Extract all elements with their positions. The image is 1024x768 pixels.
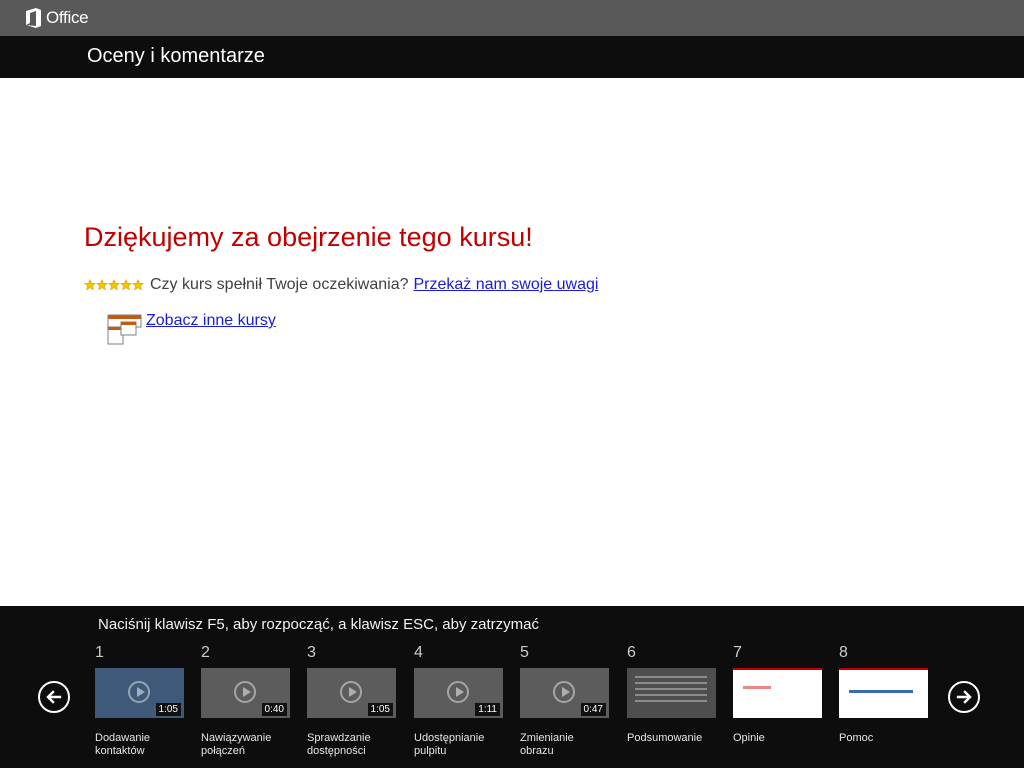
courses-row: Zobacz inne kursy xyxy=(107,312,276,345)
lesson-label: Sprawdzanie dostępności xyxy=(307,732,371,757)
title-bar: Oceny i komentarze xyxy=(0,36,1024,78)
lesson-preview-image[interactable]: 1:05 xyxy=(307,668,396,718)
star-icon xyxy=(132,279,144,291)
office-logo: Office xyxy=(25,7,89,29)
play-icon xyxy=(340,681,362,703)
duration-badge: 0:47 xyxy=(580,703,606,716)
lesson-thumbnail-6[interactable]: 6 Podsumowanie xyxy=(627,642,716,745)
courses-link[interactable]: Zobacz inne kursy xyxy=(146,312,276,330)
summary-preview-lines xyxy=(635,676,707,706)
feedback-link[interactable]: Przekaż nam swoje uwagi xyxy=(413,276,598,294)
lesson-number: 1 xyxy=(95,644,104,661)
page-preview-accent xyxy=(733,668,822,670)
lesson-thumbnail-1[interactable]: 1 1:05 Dodawanie kontaktów xyxy=(95,642,184,758)
lesson-label: Pomoc xyxy=(839,732,874,744)
lesson-number: 6 xyxy=(627,644,636,661)
lesson-preview-image[interactable]: 1:11 xyxy=(414,668,503,718)
next-button[interactable] xyxy=(948,681,980,713)
lesson-thumbnail-7[interactable]: 7 Opinie xyxy=(733,642,822,745)
duration-badge: 0:40 xyxy=(261,703,287,716)
page-preview-accent xyxy=(839,668,928,670)
top-bar: Office xyxy=(0,0,1024,36)
star-icon xyxy=(108,279,120,291)
lesson-number: 8 xyxy=(839,644,848,661)
rating-stars xyxy=(84,279,144,291)
star-icon xyxy=(96,279,108,291)
play-icon xyxy=(553,681,575,703)
lesson-number: 2 xyxy=(201,644,210,661)
star-icon xyxy=(84,279,96,291)
lesson-preview-image[interactable] xyxy=(733,668,822,718)
office-logo-icon xyxy=(26,8,41,28)
lesson-thumbnail-8[interactable]: 8 Pomoc xyxy=(839,642,928,745)
play-icon xyxy=(447,681,469,703)
arrow-left-icon xyxy=(46,690,62,704)
duration-badge: 1:05 xyxy=(367,703,393,716)
feedback-question: Czy kurs spełnił Twoje oczekiwania? xyxy=(150,276,409,293)
page-preview-line xyxy=(743,686,771,689)
feedback-row: Czy kurs spełnił Twoje oczekiwania? Prze… xyxy=(84,276,598,294)
main-content: Dziękujemy za obejrzenie tego kursu! Czy… xyxy=(0,78,1024,606)
lesson-preview-image[interactable]: 0:47 xyxy=(520,668,609,718)
lesson-thumbnail-2[interactable]: 2 0:40 Nawiązywanie połączeń xyxy=(201,642,290,758)
lesson-label: Podsumowanie xyxy=(627,732,703,744)
lesson-preview-image[interactable] xyxy=(839,668,928,718)
star-icon xyxy=(120,279,132,291)
lesson-label: Opinie xyxy=(733,732,765,744)
page-preview-line xyxy=(849,690,913,693)
lesson-thumbnail-5[interactable]: 5 0:47 Zmienianie obrazu xyxy=(520,642,609,758)
lesson-thumbnail-3[interactable]: 3 1:05 Sprawdzanie dostępności xyxy=(307,642,396,758)
lesson-number: 5 xyxy=(520,644,529,661)
duration-badge: 1:05 xyxy=(155,703,181,716)
play-icon xyxy=(128,681,150,703)
previous-button[interactable] xyxy=(38,681,70,713)
thanks-heading: Dziękujemy za obejrzenie tego kursu! xyxy=(84,222,533,252)
keyboard-hint: Naciśnij klawisz F5, aby rozpocząć, a kl… xyxy=(98,616,539,633)
lesson-thumbnail-4[interactable]: 4 1:11 Udostępnianie pulpitu xyxy=(414,642,503,758)
page-title: Oceny i komentarze xyxy=(87,45,265,67)
lesson-number: 4 xyxy=(414,644,423,661)
lesson-preview-image[interactable]: 0:40 xyxy=(201,668,290,718)
lesson-label: Zmienianie obrazu xyxy=(520,732,574,757)
lesson-label: Nawiązywanie połączeń xyxy=(201,732,272,757)
lesson-label: Dodawanie kontaktów xyxy=(95,732,151,757)
arrow-right-icon xyxy=(956,690,972,704)
course-navigation-bar: Naciśnij klawisz F5, aby rozpocząć, a kl… xyxy=(0,606,1024,768)
duration-badge: 1:11 xyxy=(475,703,500,716)
courses-icon xyxy=(107,314,142,345)
lesson-preview-image[interactable] xyxy=(627,668,716,718)
lesson-number: 7 xyxy=(733,644,742,661)
office-logo-text: Office xyxy=(46,8,89,27)
lesson-label: Udostępnianie pulpitu xyxy=(414,732,485,757)
play-icon xyxy=(234,681,256,703)
lesson-preview-image[interactable]: 1:05 xyxy=(95,668,184,718)
lesson-number: 3 xyxy=(307,644,316,661)
